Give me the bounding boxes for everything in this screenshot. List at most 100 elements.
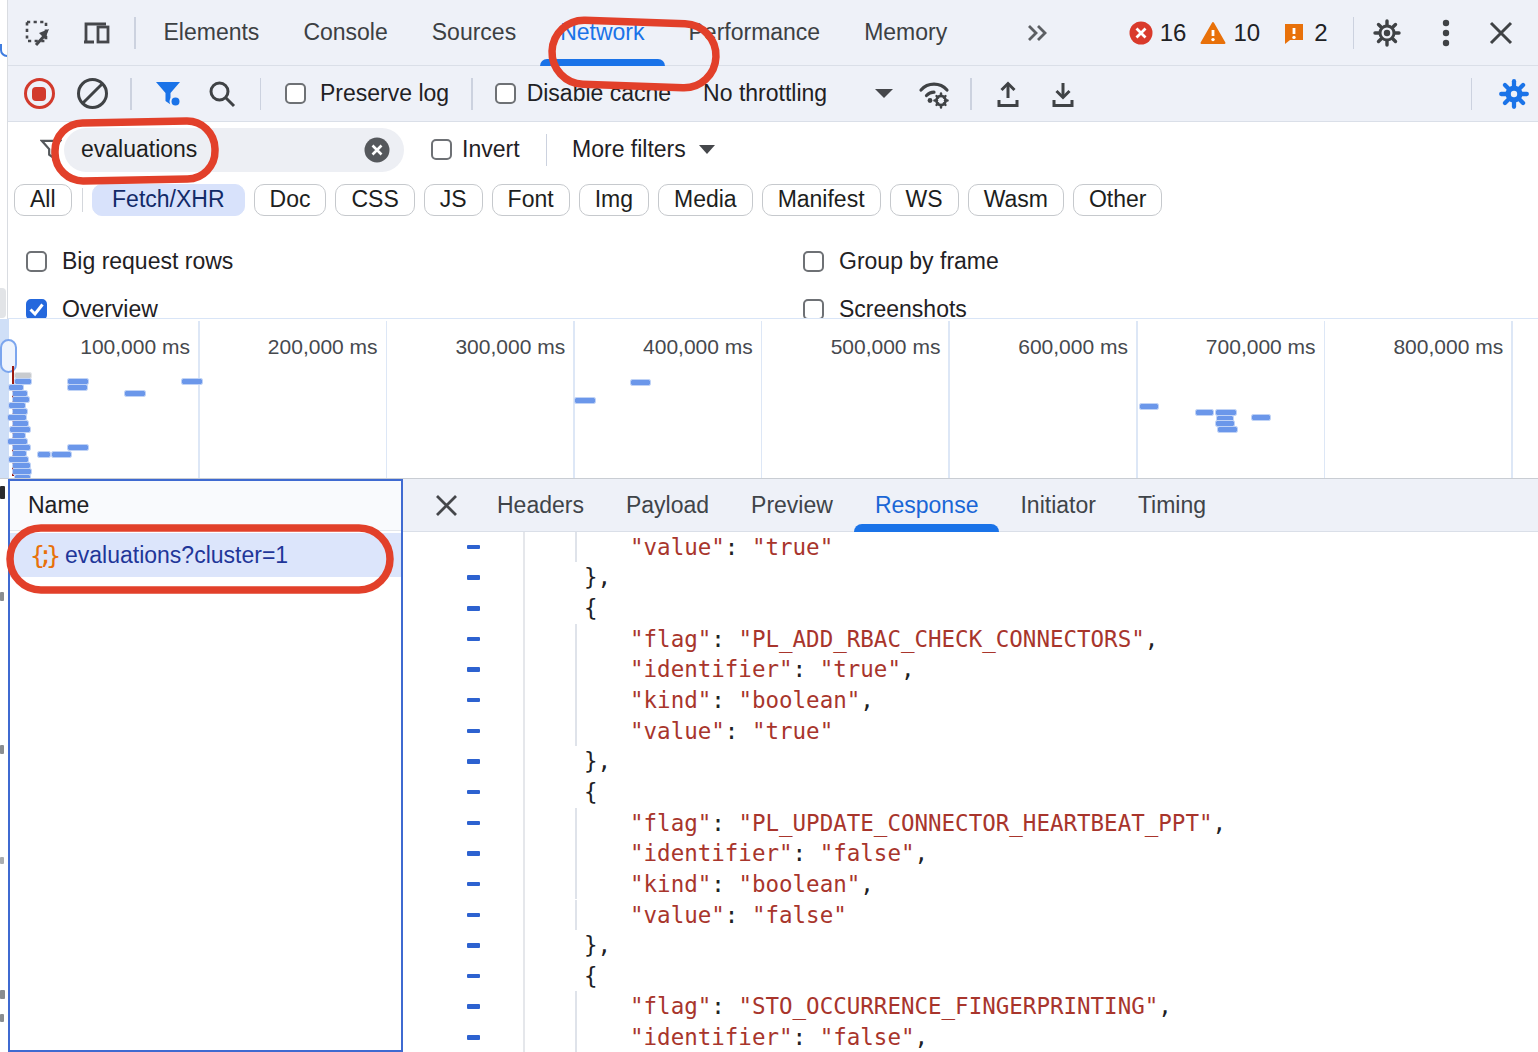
tab-network[interactable]: Network	[538, 0, 666, 66]
indent-guide	[575, 869, 577, 900]
fold-marker[interactable]	[467, 851, 480, 856]
throttling-dropdown-icon[interactable]	[875, 89, 893, 98]
network-overview-timeline[interactable]: 100,000 ms200,000 ms300,000 ms400,000 ms…	[0, 318, 1538, 479]
tab-elements[interactable]: Elements	[142, 0, 282, 66]
device-toolbar-icon[interactable]	[80, 18, 112, 48]
details-tab-headers[interactable]: Headers	[476, 479, 605, 532]
tab-label: Performance	[689, 19, 821, 46]
inspect-icon[interactable]	[24, 18, 54, 48]
fold-marker[interactable]	[467, 698, 480, 703]
fold-marker[interactable]	[467, 790, 480, 795]
chip-font[interactable]: Font	[492, 184, 570, 216]
request-bar-gray	[15, 373, 31, 378]
overview-checkbox[interactable]	[26, 299, 47, 320]
fold-marker[interactable]	[467, 1035, 480, 1040]
indent-guide	[575, 838, 577, 869]
search-icon[interactable]	[207, 79, 237, 109]
network-settings-gear-icon[interactable]	[1498, 78, 1530, 110]
response-code-viewer[interactable]: "value": "true"},{"flag": "PL_ADD_RBAC_C…	[403, 532, 1538, 1052]
close-details-icon[interactable]	[435, 494, 458, 517]
error-badge-icon[interactable]	[1129, 21, 1153, 45]
warning-badge-icon[interactable]	[1200, 21, 1226, 45]
invert-checkbox[interactable]	[431, 139, 452, 160]
fold-marker[interactable]	[467, 606, 480, 611]
code-text: "kind": "boolean",	[630, 869, 874, 900]
clear-icon[interactable]	[77, 78, 108, 109]
fold-marker[interactable]	[467, 575, 480, 580]
big-request-rows-checkbox[interactable]	[26, 251, 47, 272]
fold-marker[interactable]	[467, 974, 480, 979]
group-by-frame-label: Group by frame	[839, 248, 999, 275]
filter-funnel-icon[interactable]	[154, 80, 182, 108]
chip-wasm[interactable]: Wasm	[968, 184, 1064, 216]
details-tab-response[interactable]: Response	[854, 479, 1000, 532]
code-text: },	[584, 562, 611, 593]
close-devtools-icon[interactable]	[1489, 21, 1513, 45]
request-name: evaluations?cluster=1	[65, 542, 288, 569]
export-har-icon[interactable]	[1049, 79, 1077, 109]
group-by-frame-checkbox[interactable]	[803, 251, 824, 272]
indent-guide	[575, 991, 577, 1022]
fold-marker[interactable]	[467, 729, 480, 734]
details-tab-preview[interactable]: Preview	[730, 479, 854, 532]
details-tab-payload[interactable]: Payload	[605, 479, 730, 532]
more-filters-button[interactable]: More filters	[572, 136, 686, 163]
issues-badge-icon[interactable]	[1282, 21, 1306, 45]
record-icon[interactable]	[23, 78, 55, 110]
details-tab-timing[interactable]: Timing	[1117, 479, 1227, 532]
chip-fetch-xhr[interactable]: Fetch/XHR	[92, 184, 244, 216]
indent-guide	[575, 1022, 577, 1052]
grid-line	[948, 321, 950, 478]
fold-marker[interactable]	[467, 943, 480, 948]
disable-cache-checkbox[interactable]	[495, 83, 516, 104]
throttling-select[interactable]: No throttling	[703, 80, 827, 107]
requests-table-header[interactable]: Name	[10, 481, 401, 531]
indent-guide	[575, 654, 577, 685]
import-har-icon[interactable]	[994, 79, 1022, 109]
screenshots-checkbox[interactable]	[803, 299, 824, 320]
network-conditions-icon[interactable]	[917, 79, 951, 109]
fold-marker[interactable]	[467, 759, 480, 764]
overview-drag-grip[interactable]	[0, 339, 17, 373]
chip-all[interactable]: All	[14, 184, 72, 216]
chip-other[interactable]: Other	[1073, 184, 1163, 216]
tick-label: 500,000 ms	[831, 335, 941, 359]
code-text: {	[584, 777, 598, 808]
tab-label: Elements	[164, 19, 260, 46]
tab-memory[interactable]: Memory	[842, 0, 969, 66]
settings-gear-icon[interactable]	[1372, 18, 1402, 48]
fold-marker[interactable]	[467, 882, 480, 887]
chip-img[interactable]: Img	[579, 184, 649, 216]
chip-media[interactable]: Media	[658, 184, 753, 216]
fold-marker[interactable]	[467, 545, 480, 550]
tab-console[interactable]: Console	[281, 0, 409, 66]
chip-manifest[interactable]: Manifest	[762, 184, 881, 216]
chip-css[interactable]: CSS	[335, 184, 414, 216]
tab-performance[interactable]: Performance	[667, 0, 843, 66]
chip-js[interactable]: JS	[424, 184, 483, 216]
tab-sources[interactable]: Sources	[410, 0, 538, 66]
fold-marker[interactable]	[467, 1004, 480, 1009]
code-line: "value": "true"	[403, 716, 1538, 747]
fold-marker[interactable]	[467, 821, 480, 826]
resource-type-chips: All Fetch/XHR DocCSS JS Font Img Media Manifest…	[8, 177, 1538, 222]
code-line: "value": "true"	[403, 532, 1538, 562]
kebab-menu-icon[interactable]	[1442, 18, 1450, 48]
name-column-header[interactable]: Name	[28, 492, 89, 519]
details-tab-initiator[interactable]: Initiator	[999, 479, 1116, 532]
code-text: },	[584, 930, 611, 961]
more-tabs-icon[interactable]	[1025, 20, 1051, 46]
details-tab-label: Preview	[751, 492, 833, 519]
chip-ws[interactable]: WS	[890, 184, 959, 216]
details-tabs-bar: HeadersPayload Preview ResponseInitiatorTi…	[403, 479, 1538, 532]
filter-input[interactable]: evaluations	[64, 128, 404, 172]
fold-marker[interactable]	[467, 637, 480, 642]
request-row[interactable]: {;} evaluations?cluster=1	[10, 533, 401, 577]
fold-marker[interactable]	[467, 667, 480, 672]
fold-marker[interactable]	[467, 913, 480, 918]
grid-line	[1324, 321, 1326, 478]
preserve-log-checkbox[interactable]	[285, 83, 306, 104]
chip-doc[interactable]: Doc	[254, 184, 327, 216]
clear-filter-icon[interactable]	[364, 137, 390, 163]
tab-label: Network	[560, 19, 644, 46]
